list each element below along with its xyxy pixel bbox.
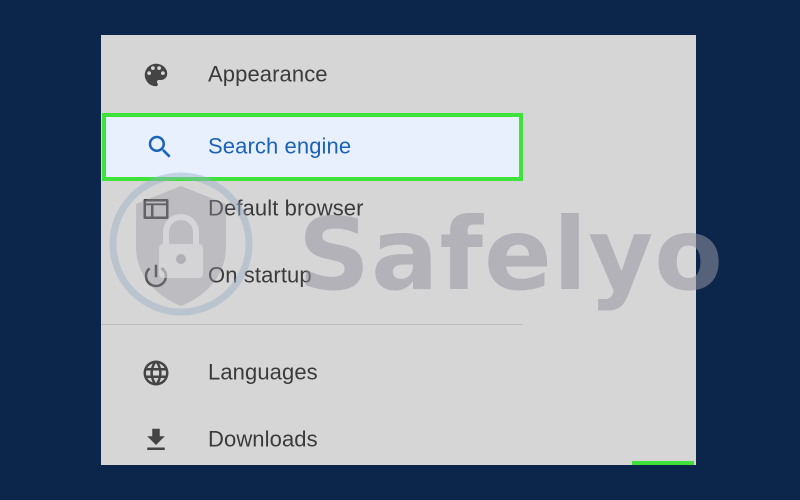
globe-icon [141, 358, 171, 388]
menu-item-default-browser[interactable]: Default browser [101, 176, 521, 242]
menu-item-label: Search engine [208, 133, 352, 159]
power-icon [141, 261, 171, 291]
palette-icon [141, 60, 171, 90]
menu-item-label: Downloads [208, 426, 318, 452]
menu-item-label: Default browser [208, 195, 364, 221]
settings-menu-panel: Appearance Search engine Default browser… [101, 35, 696, 465]
menu-item-label: On startup [208, 262, 312, 288]
menu-item-label: Languages [208, 359, 318, 385]
panel-edge-accent [632, 461, 694, 465]
browser-window-icon [141, 194, 171, 224]
menu-item-label: Appearance [208, 61, 328, 87]
menu-item-appearance[interactable]: Appearance [101, 42, 521, 108]
menu-item-on-startup[interactable]: On startup [101, 243, 521, 309]
download-icon [141, 425, 171, 455]
menu-item-downloads[interactable]: Downloads [101, 407, 521, 465]
menu-item-languages[interactable]: Languages [101, 340, 521, 406]
search-icon [145, 132, 175, 162]
menu-item-search-engine[interactable]: Search engine [102, 113, 523, 181]
menu-divider [101, 324, 522, 325]
